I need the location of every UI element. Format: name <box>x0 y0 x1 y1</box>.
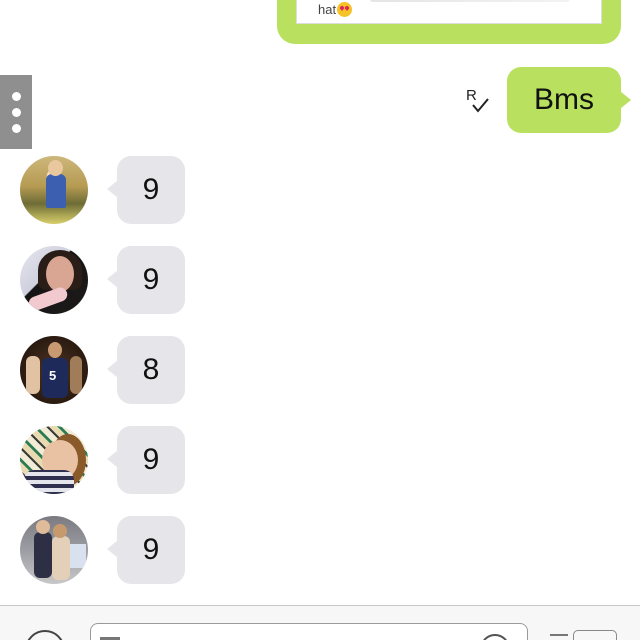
heart-eyes-emoji-icon <box>337 2 353 17</box>
message-row: 9 <box>0 516 640 586</box>
avatar[interactable] <box>20 246 88 314</box>
more-vertical-icon-dot <box>11 107 21 117</box>
message-input[interactable] <box>90 623 528 640</box>
svg-text:R: R <box>466 87 477 104</box>
avatar-head <box>48 342 62 358</box>
message-row: 9 <box>0 156 640 226</box>
message-row: 5 8 <box>0 336 640 406</box>
menu-lines-icon[interactable] <box>550 634 568 636</box>
received-message-bubble[interactable]: 9 <box>107 246 185 314</box>
previous-card-blurred-text <box>370 0 570 2</box>
received-message-bubble[interactable]: 8 <box>107 336 185 404</box>
avatar[interactable] <box>20 516 88 584</box>
avatar-person-left-head <box>36 520 50 534</box>
sent-message-bubble[interactable]: Bms <box>507 67 631 133</box>
send-button[interactable] <box>573 630 617 640</box>
received-message-text: 9 <box>142 533 160 566</box>
received-message-text: 9 <box>142 443 160 476</box>
received-message-bubble[interactable]: 9 <box>107 516 185 584</box>
more-vertical-icon-dot <box>11 123 21 133</box>
received-message-text: 8 <box>142 353 160 386</box>
previous-card-caption: hat <box>318 2 353 17</box>
avatar-jersey-number: 5 <box>49 368 57 383</box>
avatar-person-right <box>52 536 70 580</box>
message-row: 9 <box>0 246 640 316</box>
received-message-text: 9 <box>142 173 160 206</box>
more-vertical-icon <box>11 91 21 101</box>
avatar-person-right-head <box>53 524 67 538</box>
side-menu-tab[interactable] <box>0 75 32 149</box>
received-message-text: 9 <box>142 263 160 296</box>
avatar-figure-head <box>48 160 63 176</box>
read-checkmark-icon: R <box>466 87 489 113</box>
sent-message-text: Bms <box>534 83 594 116</box>
avatar-shirt <box>24 470 74 494</box>
avatar-person-left <box>26 356 40 394</box>
received-message-bubble[interactable]: 9 <box>107 156 185 224</box>
avatar[interactable] <box>20 426 88 494</box>
avatar[interactable] <box>20 156 88 224</box>
received-message-bubble[interactable]: 9 <box>107 426 185 494</box>
avatar-person-left <box>34 532 52 578</box>
avatar-figure <box>46 174 66 208</box>
avatar-person-right <box>70 356 82 394</box>
avatar[interactable]: 5 <box>20 336 88 404</box>
message-row: 9 <box>0 426 640 496</box>
